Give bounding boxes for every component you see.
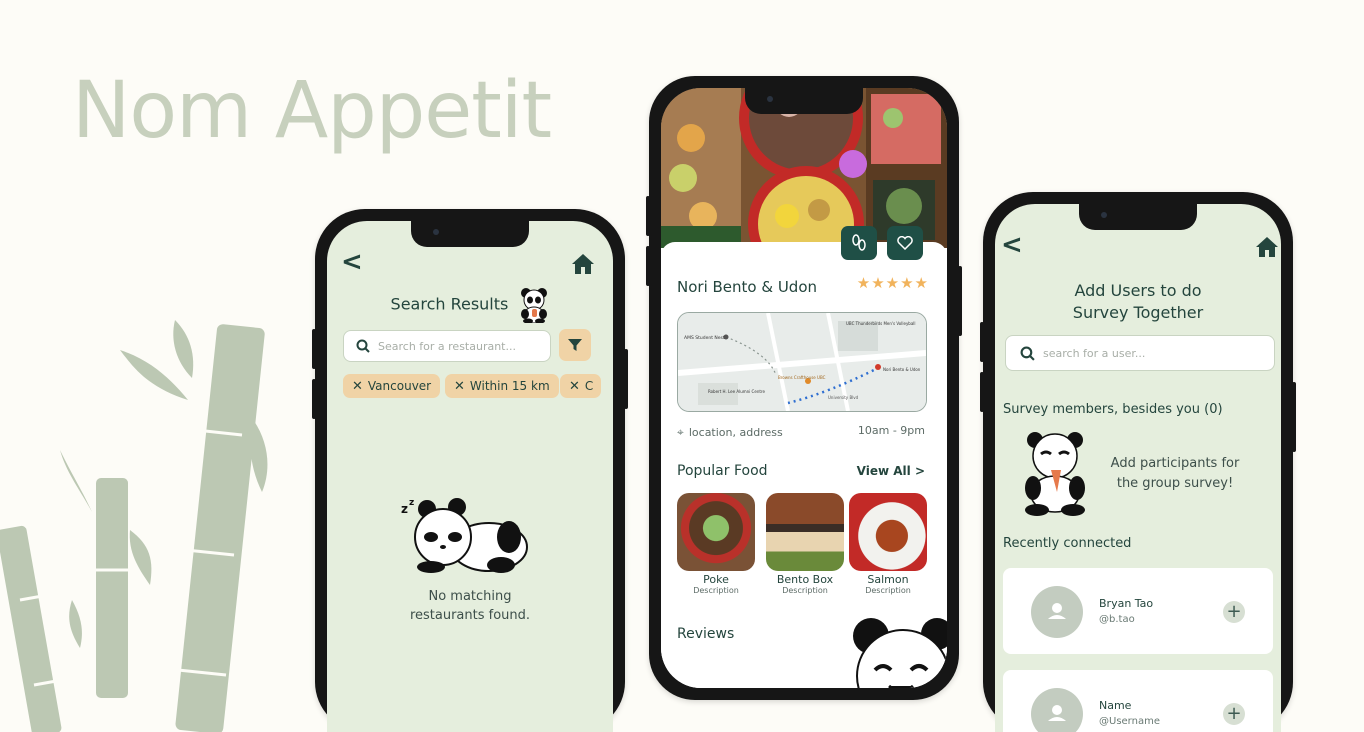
filter-button[interactable] xyxy=(559,329,591,361)
map-view[interactable]: AMS Student Nest UBC Thunderbirds Men's … xyxy=(677,312,927,412)
food-photo xyxy=(677,493,755,571)
phone-search-results: < Search Results Search for a restaurant… xyxy=(312,209,628,732)
sleeping-panda-icon: z z xyxy=(401,498,528,573)
user-card[interactable]: Bryan Tao @b.tao + xyxy=(1003,568,1273,654)
popular-food-heading: Popular Food xyxy=(677,463,768,479)
food-photo xyxy=(766,493,844,571)
food-item-bento-box[interactable]: Bento Box Description xyxy=(766,493,844,595)
map-label: Robert H. Lee Alumni Centre xyxy=(708,389,765,394)
phone-add-users: < Add Users to do Survey Together search… xyxy=(980,192,1296,732)
add-user-button[interactable]: + xyxy=(1223,703,1245,725)
food-item-poke[interactable]: Poke Description xyxy=(677,493,755,595)
back-button[interactable]: < xyxy=(1001,230,1023,260)
footprints-icon xyxy=(852,234,866,251)
filter-chip-distance[interactable]: ✕ Within 15 km xyxy=(445,374,559,398)
search-input[interactable]: Search for a restaurant... xyxy=(343,330,551,362)
food-item-salmon[interactable]: Salmon Description xyxy=(849,493,927,595)
panda-eating-icon xyxy=(1025,432,1085,516)
map-label: AMS Student Nest xyxy=(684,335,725,341)
survey-members-label: Survey members, besides you (0) xyxy=(1003,402,1223,417)
location-text: location, address xyxy=(688,426,783,439)
chevron-right-icon: > xyxy=(914,464,925,478)
bamboo-illustration xyxy=(0,320,268,732)
map-label: University Blvd xyxy=(828,395,859,400)
map-label: Nori Bento & Udon xyxy=(883,367,921,372)
search-placeholder: search for a user... xyxy=(1043,346,1146,360)
panda-icon xyxy=(521,288,548,324)
favorite-button[interactable] xyxy=(887,226,923,260)
hours-text: 10am - 9pm xyxy=(857,424,925,437)
recently-connected-label: Recently connected xyxy=(1003,536,1132,551)
empty-members-hint: Add participants for the group survey! xyxy=(1110,456,1240,491)
user-name: Bryan Tao xyxy=(1099,597,1154,610)
search-icon xyxy=(356,339,370,353)
avatar xyxy=(1031,688,1083,732)
view-all-link[interactable]: View All > xyxy=(857,464,925,478)
home-icon[interactable] xyxy=(1255,236,1279,258)
remove-icon[interactable]: ✕ xyxy=(454,379,465,394)
food-photo xyxy=(849,493,927,571)
heart-icon xyxy=(897,236,913,250)
restaurant-detail-card: Nori Bento & Udon ★★★★★ AMS Student Nest… xyxy=(661,226,947,688)
filter-chip-more[interactable]: ✕ C xyxy=(560,374,601,398)
search-icon xyxy=(1020,346,1035,361)
add-user-button[interactable]: + xyxy=(1223,601,1245,623)
location-row: ⌖ location, address 10am - 9pm xyxy=(677,421,925,440)
map-label: Browns Crafthouse UBC xyxy=(778,375,826,380)
filter-chip-vancouver[interactable]: ✕ Vancouver xyxy=(343,374,441,398)
svg-text:z: z xyxy=(409,498,414,508)
filter-icon xyxy=(568,339,582,351)
page-title: Search Results xyxy=(327,287,613,324)
restaurant-name: Nori Bento & Udon xyxy=(677,278,818,296)
empty-state-message: No matching restaurants found. xyxy=(409,589,531,623)
home-icon[interactable] xyxy=(571,253,595,275)
user-icon xyxy=(1048,603,1066,619)
page-title: Add Users to do Survey Together xyxy=(1072,281,1204,322)
brand-title: Nom Appetit xyxy=(72,66,552,156)
rating-stars: ★★★★★ xyxy=(856,274,929,292)
panda-mascot-icon xyxy=(853,618,947,688)
avatar xyxy=(1031,586,1083,638)
phone-restaurant-detail: Nori Bento & Udon ★★★★★ AMS Student Nest… xyxy=(646,76,962,700)
svg-text:z: z xyxy=(401,502,408,516)
reviews-heading: Reviews xyxy=(677,626,735,642)
map-label: UBC Thunderbirds Men's Volleyball xyxy=(846,321,916,326)
user-handle: @Username xyxy=(1099,716,1160,727)
remove-icon[interactable]: ✕ xyxy=(352,379,363,394)
remove-icon[interactable]: ✕ xyxy=(569,379,580,394)
user-icon xyxy=(1048,705,1066,721)
user-name: Name xyxy=(1099,699,1132,712)
user-handle: @b.tao xyxy=(1099,614,1135,625)
back-button[interactable]: < xyxy=(341,247,363,277)
search-placeholder: Search for a restaurant... xyxy=(378,339,516,353)
user-search-input[interactable]: search for a user... xyxy=(1005,335,1275,371)
footprints-button[interactable] xyxy=(841,226,877,260)
pin-icon: ⌖ xyxy=(677,425,684,439)
user-card[interactable]: Name @Username + xyxy=(1003,670,1273,732)
